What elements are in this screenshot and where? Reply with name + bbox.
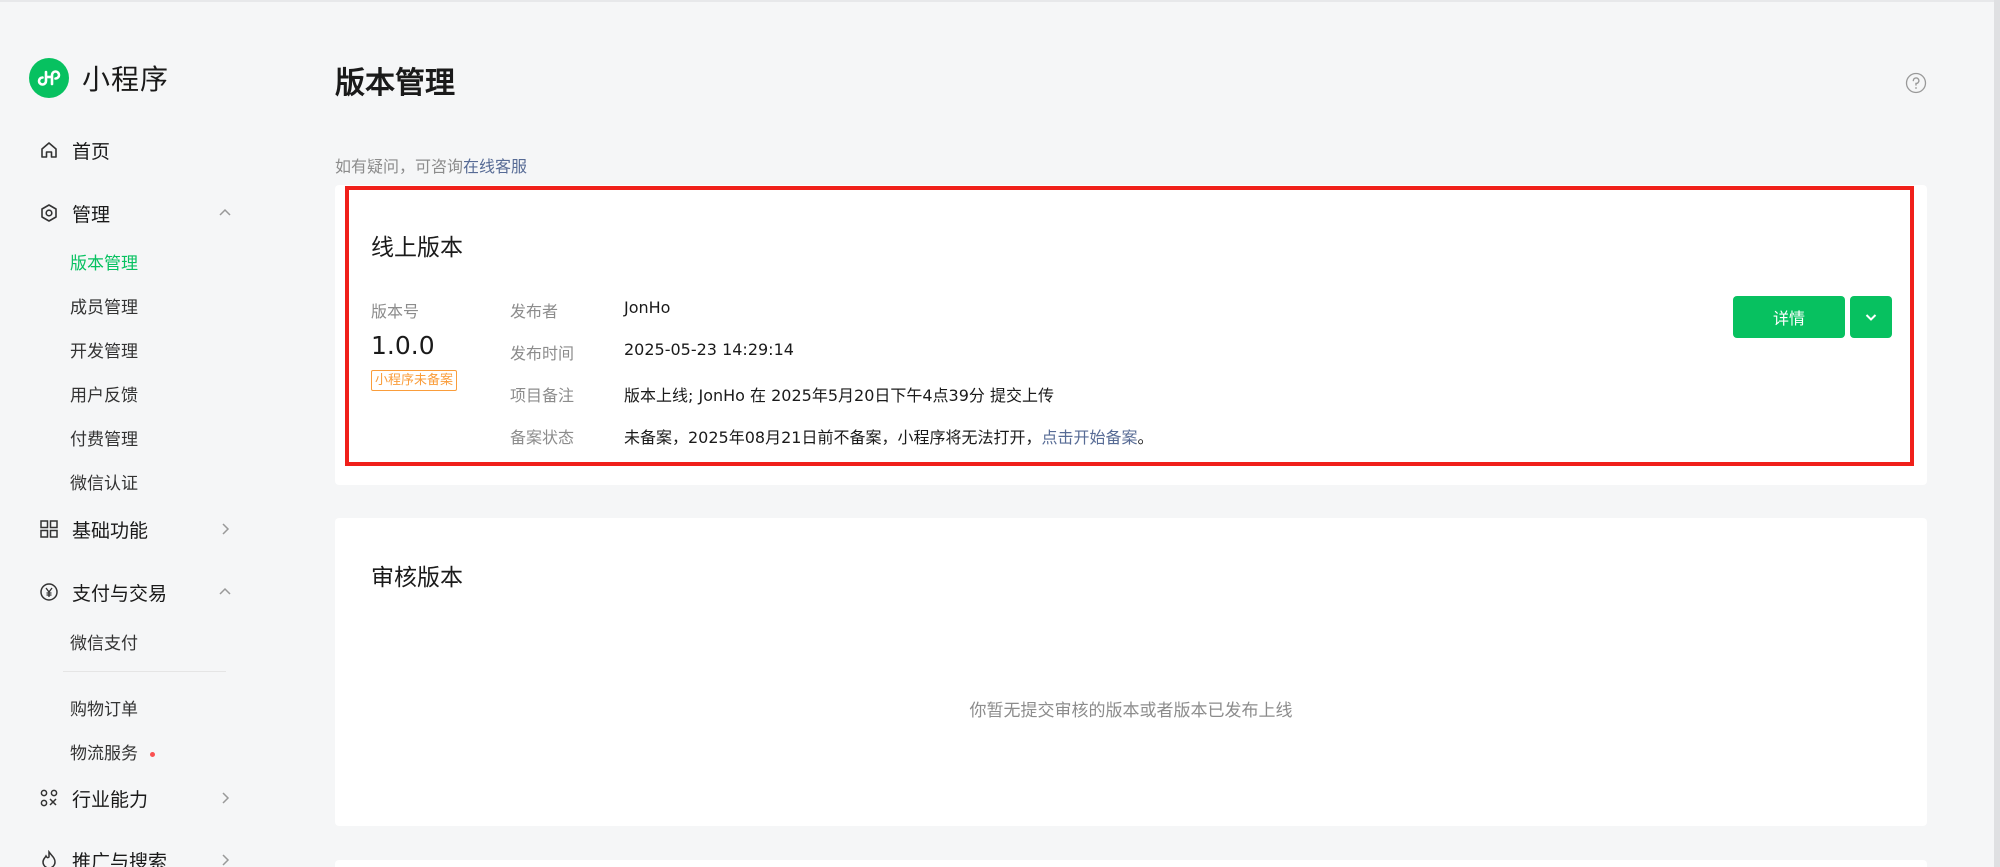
sidebar-group-label: 支付与交易: [72, 582, 168, 605]
sidebar-divider: [63, 671, 226, 672]
card-title: 审核版本: [371, 565, 463, 591]
app-logo[interactable]: 小程序: [29, 58, 169, 98]
sidebar: 小程序 首页 管理 版本管理 成员管理 开发管理 用户反馈 付费管理 微信认证 …: [0, 0, 300, 867]
chevron-up-icon[interactable]: [216, 204, 234, 222]
miniprogram-logo-icon: [29, 58, 69, 98]
sidebar-item-user-feedback[interactable]: 用户反馈: [70, 381, 138, 406]
info-key: 发布时间: [510, 344, 575, 363]
more-dropdown-button[interactable]: [1850, 296, 1892, 338]
sidebar-item-label: 首页: [72, 140, 111, 163]
top-border: [0, 0, 2000, 2]
info-row-filing: 备案状态 未备案，2025年08月21日前不备案，小程序将无法打开，点击开始备案…: [510, 424, 1153, 448]
sidebar-item-dev-manage[interactable]: 开发管理: [70, 337, 138, 362]
chevron-right-icon[interactable]: [216, 520, 234, 538]
sidebar-group-promo[interactable]: 推广与搜索: [38, 845, 234, 867]
sidebar-group-basic[interactable]: 基础功能: [38, 514, 234, 544]
sidebar-item-paid-manage[interactable]: 付费管理: [70, 425, 138, 450]
next-card: [335, 860, 1927, 867]
info-key: 发布者: [510, 302, 559, 321]
sidebar-item-wechat-verify[interactable]: 微信认证: [70, 469, 138, 494]
info-row-publisher: 发布者 JonHo: [510, 298, 670, 322]
filing-status-value: 未备案，2025年08月21日前不备案，小程序将无法打开，点击开始备案。: [624, 424, 1153, 448]
version-label: 版本号: [371, 302, 420, 321]
info-row-note: 项目备注 版本上线; JonHo 在 2025年5月20日下午4点39分 提交上…: [510, 382, 1054, 406]
help-hint: 如有疑问，可咨询在线客服: [335, 153, 527, 177]
publish-time-value: 2025-05-23 14:29:14: [624, 340, 794, 359]
info-row-time: 发布时间 2025-05-23 14:29:14: [510, 340, 794, 364]
scrollbar[interactable]: [1994, 0, 2000, 867]
sidebar-group-manage[interactable]: 管理: [38, 198, 234, 228]
app-name: 小程序: [82, 63, 170, 96]
home-icon: [38, 139, 60, 161]
card-title: 线上版本: [371, 235, 463, 261]
hint-text: 如有疑问，可咨询: [335, 157, 464, 176]
sidebar-item-shopping-orders[interactable]: 购物订单: [70, 695, 138, 720]
empty-state-text: 你暂无提交审核的版本或者版本已发布上线: [969, 701, 1293, 721]
review-version-card: 审核版本 你暂无提交审核的版本或者版本已发布上线: [335, 518, 1927, 826]
new-dot-indicator: [150, 751, 155, 757]
hexagon-gear-icon: [38, 202, 60, 224]
filing-text: 未备案，2025年08月21日前不备案，小程序将无法打开，: [624, 428, 1042, 447]
detail-button[interactable]: 详情: [1733, 296, 1845, 338]
flame-icon: [38, 849, 60, 867]
sidebar-item-logistics[interactable]: 物流服务: [70, 739, 155, 764]
filing-end: 。: [1137, 428, 1154, 447]
chevron-down-icon: [1865, 314, 1877, 321]
online-version-card: 线上版本 版本号 1.0.0 小程序未备案 发布者 JonHo 发布时间 202…: [335, 185, 1927, 485]
sidebar-group-label: 行业能力: [72, 788, 149, 811]
sidebar-item-version-manage[interactable]: 版本管理: [70, 249, 138, 274]
chevron-right-icon[interactable]: [216, 789, 234, 807]
chevron-right-icon[interactable]: [216, 851, 234, 867]
sidebar-item-label: 物流服务: [70, 744, 138, 764]
info-key: 项目备注: [510, 386, 575, 405]
grid-apps-icon: [38, 518, 60, 540]
industry-nodes-icon: [38, 787, 60, 809]
page-title: 版本管理: [335, 66, 455, 101]
sidebar-group-label: 推广与搜索: [72, 850, 168, 867]
info-key: 备案状态: [510, 428, 575, 447]
sidebar-item-wechat-pay[interactable]: 微信支付: [70, 629, 138, 654]
chevron-up-icon[interactable]: [216, 583, 234, 601]
help-icon[interactable]: [1905, 72, 1927, 94]
start-filing-link[interactable]: 点击开始备案: [1041, 428, 1137, 447]
sidebar-group-pay[interactable]: 支付与交易: [38, 577, 234, 607]
online-service-link[interactable]: 在线客服: [463, 157, 527, 176]
sidebar-group-industry[interactable]: 行业能力: [38, 783, 234, 813]
sidebar-item-member-manage[interactable]: 成员管理: [70, 293, 138, 318]
note-value: 版本上线; JonHo 在 2025年5月20日下午4点39分 提交上传: [624, 386, 1055, 405]
status-badge: 小程序未备案: [371, 370, 458, 391]
publisher-value: JonHo: [624, 298, 671, 317]
version-number: 1.0.0: [371, 331, 435, 360]
sidebar-item-home[interactable]: 首页: [38, 135, 234, 165]
yuan-coin-icon: [38, 581, 60, 603]
sidebar-group-label: 管理: [72, 203, 111, 226]
sidebar-group-label: 基础功能: [72, 519, 149, 542]
